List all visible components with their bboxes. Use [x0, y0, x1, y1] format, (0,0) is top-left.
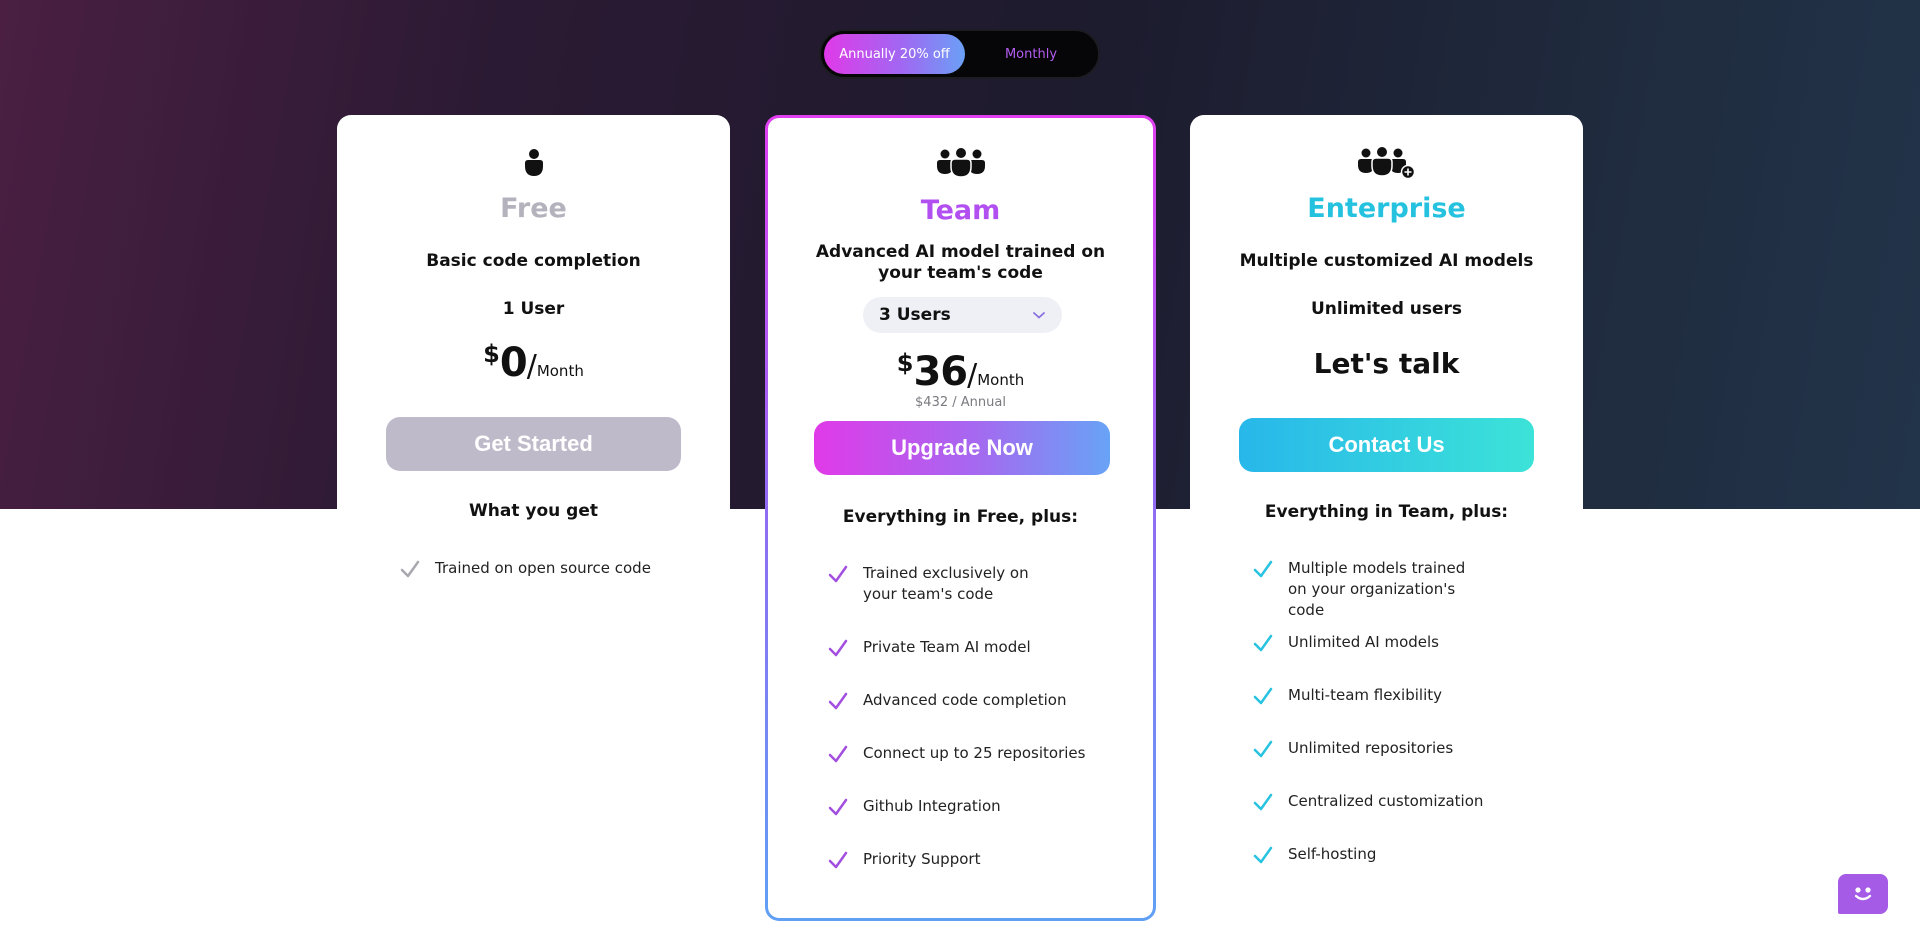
check-icon: [1253, 793, 1273, 811]
features-heading: Everything in Team, plus:: [1264, 502, 1509, 522]
monthly-billing-option[interactable]: Monthly: [965, 34, 1097, 74]
feature-label: Private Team AI model: [863, 638, 1031, 656]
plan-card-team: Team Advanced AI model trained on your t…: [765, 115, 1156, 921]
chat-widget-button[interactable]: [1838, 874, 1888, 914]
feature-item: Private Team AI model: [827, 637, 1103, 659]
feature-item: Trained on open source code: [399, 558, 675, 580]
plan-name: Team: [920, 195, 1001, 226]
billing-toggle: Annually 20% off Monthly: [819, 29, 1100, 79]
users-select[interactable]: 3 Users: [863, 297, 1062, 333]
check-icon: [828, 692, 848, 710]
check-icon: [400, 560, 420, 578]
feature-label: Trained exclusively on your team's code: [863, 564, 1029, 603]
feature-item: Trained exclusively on your team's code: [827, 563, 1063, 605]
price-amount: 36: [913, 349, 968, 395]
check-icon: [828, 639, 848, 657]
feature-label: Connect up to 25 repositories: [863, 744, 1086, 762]
price-period: Month: [536, 362, 584, 380]
plan-card-free: Free Basic code completion 1 User $ 0 / …: [337, 115, 730, 921]
feature-item: Priority Support: [827, 849, 1103, 871]
get-started-button[interactable]: Get Started: [386, 417, 681, 471]
annual-billing-option[interactable]: Annually 20% off: [824, 34, 965, 74]
upgrade-now-button[interactable]: Upgrade Now: [814, 421, 1110, 475]
user-icon: [337, 148, 730, 178]
plan-name: Enterprise: [1307, 193, 1466, 224]
chevron-down-icon: [1033, 312, 1045, 319]
check-icon: [828, 798, 848, 816]
chat-face-icon: [1854, 887, 1872, 901]
price-slash: /: [967, 358, 978, 393]
plan-description: Basic code completion: [426, 251, 641, 271]
users-select-value: 3 Users: [879, 305, 951, 325]
feature-item: Github Integration: [827, 796, 1103, 818]
feature-item: Multiple models trained on your organiza…: [1252, 558, 1488, 621]
price-amount: 0: [499, 340, 528, 386]
plan-description: Multiple customized AI models: [1239, 251, 1534, 271]
feature-item: Advanced code completion: [827, 690, 1103, 712]
feature-item: Self-hosting: [1252, 844, 1528, 866]
feature-label: Priority Support: [863, 850, 981, 868]
contact-us-button[interactable]: Contact Us: [1239, 418, 1534, 472]
annual-price-note: $432 / Annual: [915, 395, 1006, 410]
currency-symbol: $: [483, 340, 500, 368]
feature-label: Unlimited repositories: [1288, 739, 1454, 757]
check-icon: [828, 565, 848, 583]
plan-description: Advanced AI model trained on your team's…: [815, 242, 1106, 283]
plan-card-enterprise: Enterprise Multiple customized AI models…: [1190, 115, 1583, 921]
plan-name: Free: [500, 193, 567, 224]
price-slash: /: [526, 349, 537, 384]
check-icon: [1253, 560, 1273, 578]
feature-item: Unlimited AI models: [1252, 632, 1528, 654]
check-icon: [828, 745, 848, 763]
feature-label: Unlimited AI models: [1288, 633, 1439, 651]
feature-label: Multiple models trained on your organiza…: [1288, 559, 1466, 619]
plan-price: $ 0 / Month: [337, 340, 730, 386]
plan-price: $ 36 / Month: [768, 349, 1153, 395]
feature-item: Centralized customization: [1252, 791, 1528, 813]
check-icon: [1253, 687, 1273, 705]
feature-item: Unlimited repositories: [1252, 738, 1528, 760]
feature-label: Advanced code completion: [863, 691, 1067, 709]
feature-label: Github Integration: [863, 797, 1001, 815]
features-heading: What you get: [469, 501, 598, 521]
price-contact-text: Let's talk: [1313, 347, 1460, 380]
feature-label: Centralized customization: [1288, 792, 1484, 810]
price-period: Month: [977, 371, 1025, 389]
feature-label: Multi-team flexibility: [1288, 686, 1442, 704]
check-icon: [1253, 740, 1273, 758]
plan-users: 1 User: [502, 299, 565, 319]
feature-item: Multi-team flexibility: [1252, 685, 1528, 707]
features-heading: Everything in Free, plus:: [842, 507, 1079, 527]
enterprise-team-add-icon: [1190, 147, 1583, 181]
currency-symbol: $: [896, 349, 914, 377]
team-icon: [768, 148, 1153, 180]
check-icon: [1253, 634, 1273, 652]
feature-label: Trained on open source code: [435, 559, 651, 577]
plan-users: Unlimited users: [1310, 299, 1463, 319]
check-icon: [1253, 846, 1273, 864]
feature-label: Self-hosting: [1288, 845, 1377, 863]
check-icon: [828, 851, 848, 869]
feature-item: Connect up to 25 repositories: [827, 743, 1103, 765]
